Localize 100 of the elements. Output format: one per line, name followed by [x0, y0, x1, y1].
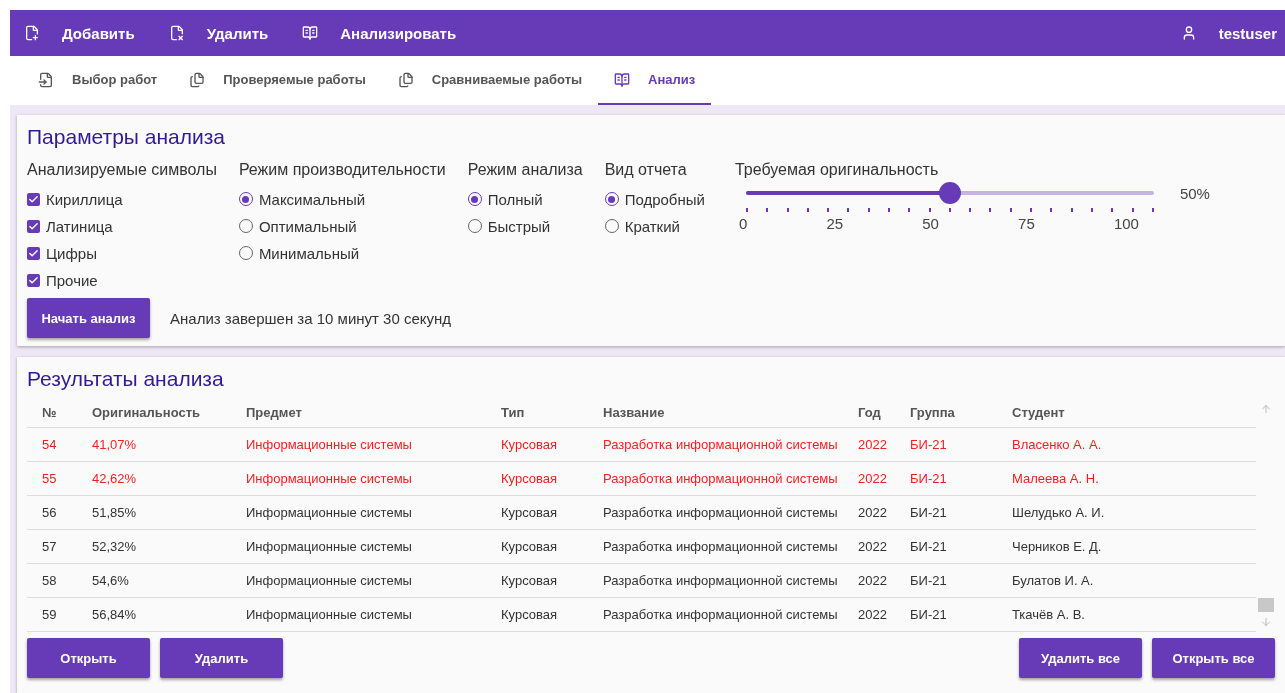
table-cell-text: Разработка информационной системы	[602, 573, 839, 588]
checkbox-option[interactable]: Латиница	[27, 216, 217, 236]
table-cell-text: Разработка информационной системы	[602, 607, 839, 622]
table-cell-text: Информационные системы	[245, 471, 413, 486]
checkbox[interactable]	[27, 246, 40, 260]
column-header[interactable]: Студент	[997, 404, 1257, 420]
table-cell-text: 42,62%	[91, 471, 138, 486]
table-cell-text: 2022	[857, 471, 888, 486]
table-cell-text: Информационные системы	[245, 505, 413, 520]
table-cell-text: 59	[41, 607, 58, 622]
table-cell-text: 58	[41, 573, 58, 588]
toolbar-button[interactable]: Анализировать	[302, 24, 457, 42]
table-cell-text: Курсовая	[500, 607, 559, 622]
radio-option[interactable]: Подробный	[604, 189, 705, 209]
start-analysis-button[interactable]: Начать анализ	[27, 298, 150, 338]
table-cell-text: 54	[41, 437, 58, 452]
table-cell-text: 2022	[857, 607, 888, 622]
table-cell-text: БИ-21	[909, 505, 948, 520]
files-icon	[189, 71, 206, 88]
table-cell-text: Курсовая	[500, 437, 559, 452]
table-cell-text: Информационные системы	[245, 607, 413, 622]
tab[interactable]: Сравниваемые работы	[381, 56, 599, 105]
book-icon	[614, 71, 631, 88]
tick-label: 100	[1113, 215, 1139, 232]
scrollbar-thumb[interactable]	[1258, 598, 1275, 612]
checkbox-option[interactable]: Кириллица	[27, 189, 217, 209]
table-row[interactable]: 55 42,62% Информационные системы Курсовая Разработка информационной системы 2022 БИ-21 Малеева А. Н.	[27, 462, 1257, 496]
column-header[interactable]: Оригинальность	[77, 404, 231, 420]
toolbar-button[interactable]: Удалить	[168, 24, 269, 42]
table-cell-text: 56	[41, 505, 58, 520]
tick-label: 0	[738, 215, 748, 232]
table-row[interactable]: 57 52,32% Информационные системы Курсовая Разработка информационной системы 2022 БИ-21 Черников Е. Д.	[27, 530, 1257, 564]
table-cell-text: Разработка информационной системы	[602, 437, 839, 452]
checkbox[interactable]	[27, 219, 40, 233]
group-label: Режим анализа	[467, 161, 583, 179]
radio-option[interactable]: Минимальный	[238, 243, 446, 263]
table-cell-text: Информационные системы	[245, 573, 413, 588]
table-cell-text: 2022	[857, 539, 888, 554]
table-cell-text: Булатов И. А.	[1011, 573, 1095, 588]
column-header[interactable]: Предмет	[231, 404, 486, 420]
tab[interactable]: Проверяемые работы	[173, 56, 382, 105]
radio-option[interactable]: Быстрый	[467, 216, 583, 236]
table-cell-text: БИ-21	[909, 539, 948, 554]
radio-option[interactable]: Максимальный	[238, 189, 446, 209]
files-icon	[397, 71, 414, 88]
user-name: testuser	[1218, 24, 1277, 42]
table-cell-text: БИ-21	[909, 437, 948, 452]
column-header[interactable]: Группа	[895, 404, 997, 420]
book-icon	[302, 25, 319, 41]
checkbox-option[interactable]: Цифры	[27, 243, 217, 263]
radio-option[interactable]: Полный	[467, 189, 583, 209]
table-cell-text: БИ-21	[909, 573, 948, 588]
table-cell-text: Ткачёв А. В.	[1011, 607, 1086, 622]
column-header[interactable]: Тип	[486, 404, 588, 420]
column-header[interactable]: №	[27, 404, 77, 420]
radio-option[interactable]: Оптимальный	[238, 216, 446, 236]
table-cell-text: 2022	[857, 505, 888, 520]
table-cell-text: Шелудько А. И.	[1011, 505, 1106, 520]
table-action-button[interactable]: Удалить все	[1019, 638, 1142, 678]
table-cell-text: Черников Е. Д.	[1011, 539, 1103, 554]
table-cell-text: 57	[41, 539, 58, 554]
tick-label: 50	[922, 215, 939, 232]
table-cell-text: 2022	[857, 437, 888, 452]
table-row[interactable]: 54 41,07% Информационные системы Курсовая Разработка информационной системы 2022 БИ-21 Власенко А. А.	[27, 428, 1257, 462]
table-cell-text: 2022	[857, 573, 888, 588]
table-action-button[interactable]: Удалить	[160, 638, 283, 678]
table-action-button[interactable]: Открыть	[27, 638, 150, 678]
table-row[interactable]: 58 54,6% Информационные системы Курсовая Разработка информационной системы 2022 БИ-21 Булатов И. А.	[27, 564, 1257, 598]
status-text: Анализ завершен за 10 минут 30 секунд	[170, 309, 452, 327]
column-header[interactable]: Год	[843, 404, 895, 420]
group-label: Требуемая оригинальность	[734, 161, 940, 179]
table-action-button[interactable]: Открыть все	[1152, 638, 1275, 678]
tick-label: 75	[1018, 215, 1035, 232]
table-cell-text: БИ-21	[909, 471, 948, 486]
table-cell-text: Информационные системы	[245, 539, 413, 554]
table-cell-text: 56,84%	[91, 607, 138, 622]
table-cell-text: Власенко А. А.	[1011, 437, 1103, 452]
table-cell-text: Курсовая	[500, 471, 559, 486]
slider-value: 50%	[1179, 184, 1210, 202]
tab[interactable]: Выбор работ	[22, 56, 174, 105]
column-header[interactable]: Название	[588, 404, 843, 420]
group-label: Вид отчета	[604, 161, 688, 179]
table-cell-text: БИ-21	[909, 607, 948, 622]
table-cell-text: Разработка информационной системы	[602, 539, 839, 554]
add-file-icon	[24, 25, 40, 41]
remove-file-icon	[168, 25, 185, 41]
checkbox-option[interactable]: Прочие	[27, 270, 217, 290]
table-cell-text: 41,07%	[91, 437, 138, 452]
group-label: Анализируемые символы	[27, 161, 217, 179]
table-cell-text: Разработка информационной системы	[602, 471, 839, 486]
checkbox[interactable]	[27, 192, 40, 206]
checkbox[interactable]	[27, 273, 40, 287]
toolbar-button[interactable]: Добавить	[24, 24, 135, 42]
table-cell-text: Разработка информационной системы	[602, 505, 839, 520]
group-label: Режим производительности	[238, 161, 446, 179]
radio-option[interactable]: Краткий	[604, 216, 705, 236]
table-cell-text: Курсовая	[500, 505, 559, 520]
table-cell-text: Малеева А. Н.	[1011, 471, 1100, 486]
table-row[interactable]: 56 51,85% Информационные системы Курсовая Разработка информационной системы 2022 БИ-21 Шелудько А. И.	[27, 496, 1257, 530]
table-row[interactable]: 59 56,84% Информационные системы Курсовая Разработка информационной системы 2022 БИ-21 Ткачёв А. В.	[27, 598, 1257, 632]
